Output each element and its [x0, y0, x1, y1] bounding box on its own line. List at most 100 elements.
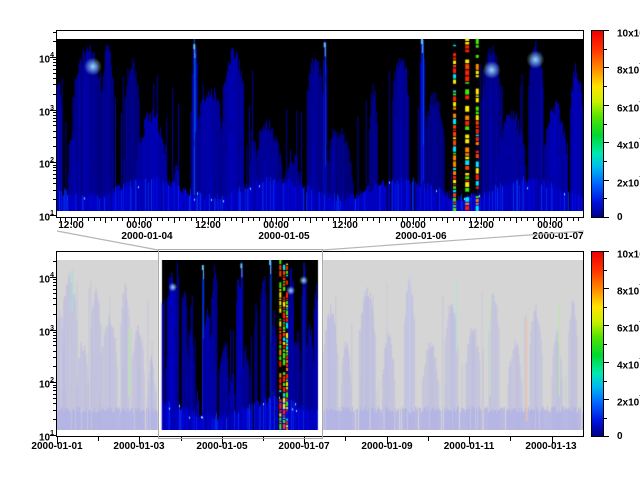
bottom-colorbar-major-tick	[604, 436, 609, 437]
bottom-x-date-label: 2000-01-09	[361, 441, 412, 452]
top-y-minor-tick	[53, 94, 56, 95]
top-x-time-label: 00:00	[400, 220, 426, 231]
top-colorbar-major-tick	[604, 217, 609, 218]
top-colorbar-tick-label: 4x107	[617, 137, 640, 151]
top-colorbar-major-tick	[604, 105, 609, 106]
bottom-y-minor-tick	[53, 366, 56, 367]
top-colorbar-minor-tick	[604, 198, 607, 199]
top-x-tick	[225, 218, 226, 221]
top-y-minor-tick	[53, 131, 56, 132]
top-x-tick	[362, 218, 363, 221]
bottom-x-date-label: 2000-01-07	[278, 441, 329, 452]
top-x-time-label: 00:00	[263, 220, 289, 231]
bottom-y-minor-tick	[53, 345, 56, 346]
top-y-minor-tick	[53, 137, 56, 138]
zoomed-plot-frame	[56, 30, 584, 218]
top-colorbar-major-tick	[604, 67, 609, 68]
bottom-colorbar-tick-label: 2x107	[617, 394, 640, 408]
top-x-tick	[464, 218, 465, 221]
top-y-minor-tick	[53, 199, 56, 200]
top-x-date-label: 2000-01-06	[395, 231, 446, 242]
top-x-date-label: 2000-01-07	[532, 231, 583, 242]
bottom-y-minor-tick	[53, 398, 56, 399]
top-y-minor-tick	[53, 174, 56, 175]
top-x-tick	[122, 218, 123, 221]
bottom-y-minor-tick	[53, 357, 56, 358]
top-x-tick	[504, 218, 505, 221]
top-x-time-label: 00:00	[537, 220, 563, 231]
top-x-tick	[527, 218, 528, 221]
top-x-time-label: 12:00	[332, 220, 358, 231]
top-x-tick	[533, 218, 534, 221]
top-x-tick	[328, 218, 329, 221]
top-x-time-label: 12:00	[468, 220, 494, 231]
bottom-x-tick	[428, 437, 429, 441]
top-x-tick	[174, 218, 175, 223]
bottom-y-minor-tick	[53, 293, 56, 294]
top-x-tick	[162, 218, 163, 221]
top-colorbar-tick-label: 6x107	[617, 100, 640, 114]
top-x-tick	[305, 218, 306, 221]
top-x-tick	[510, 218, 511, 221]
bottom-y-minor-tick	[53, 289, 56, 290]
overview-plot-colorbar	[591, 251, 604, 437]
top-y-tick-label: 102	[18, 156, 54, 170]
top-x-tick	[185, 218, 186, 221]
top-x-time-label: 00:00	[126, 220, 152, 231]
top-x-tick	[157, 218, 158, 221]
top-y-minor-tick	[53, 121, 56, 122]
bottom-y-tick-label: 104	[18, 271, 54, 285]
top-colorbar-minor-tick	[604, 86, 607, 87]
bottom-x-tick	[510, 437, 511, 441]
bottom-colorbar-major-tick	[604, 325, 609, 326]
bottom-y-tick-label: 103	[18, 324, 54, 338]
bottom-x-date-label: 2000-01-05	[196, 441, 247, 452]
bottom-colorbar-tick-label: 10x107	[617, 246, 640, 260]
top-x-tick	[117, 218, 118, 221]
bottom-y-minor-tick	[53, 314, 56, 315]
top-x-tick	[253, 218, 254, 221]
top-x-tick	[447, 218, 448, 223]
bottom-colorbar-tick-label: 8x107	[617, 283, 640, 297]
top-x-tick	[379, 218, 380, 223]
top-x-tick	[293, 218, 294, 221]
bottom-colorbar-tick-label: 6x107	[617, 320, 640, 334]
top-y-minor-tick	[53, 178, 56, 179]
top-x-tick	[516, 218, 517, 223]
top-colorbar-minor-tick	[604, 124, 607, 125]
top-x-tick	[191, 218, 192, 221]
top-x-tick	[436, 218, 437, 221]
top-colorbar-tick-label: 0	[617, 212, 623, 223]
top-x-tick	[459, 218, 460, 221]
top-x-tick	[430, 218, 431, 221]
bottom-colorbar-minor-tick	[604, 270, 607, 271]
top-x-tick	[105, 218, 106, 223]
bottom-y-minor-tick	[53, 403, 56, 404]
bottom-y-minor-tick	[53, 394, 56, 395]
top-x-tick	[168, 218, 169, 221]
top-x-tick	[578, 218, 579, 221]
top-colorbar-major-tick	[604, 142, 609, 143]
bottom-colorbar-major-tick	[604, 251, 609, 252]
bottom-y-minor-tick	[53, 341, 56, 342]
zoom-region-box[interactable]	[158, 249, 323, 439]
bottom-colorbar-major-tick	[604, 399, 609, 400]
top-x-tick	[179, 218, 180, 221]
top-x-tick	[242, 218, 243, 223]
top-y-minor-tick	[53, 190, 56, 191]
bottom-y-minor-tick	[53, 419, 56, 420]
zoomed-plot-colorbar	[591, 30, 604, 218]
top-x-tick	[111, 218, 112, 221]
top-y-tick-label: 101	[18, 209, 54, 223]
bottom-y-minor-tick	[53, 304, 56, 305]
top-x-tick	[236, 218, 237, 221]
top-x-date-label: 2000-01-04	[121, 231, 172, 242]
top-x-tick	[367, 218, 368, 221]
top-x-tick	[259, 218, 260, 221]
bottom-colorbar-minor-tick	[604, 381, 607, 382]
top-x-tick	[567, 218, 568, 221]
bottom-colorbar-major-tick	[604, 362, 609, 363]
bottom-y-tick-label: 102	[18, 376, 54, 390]
bottom-x-date-label: 2000-01-11	[444, 441, 495, 452]
top-x-tick	[442, 218, 443, 221]
